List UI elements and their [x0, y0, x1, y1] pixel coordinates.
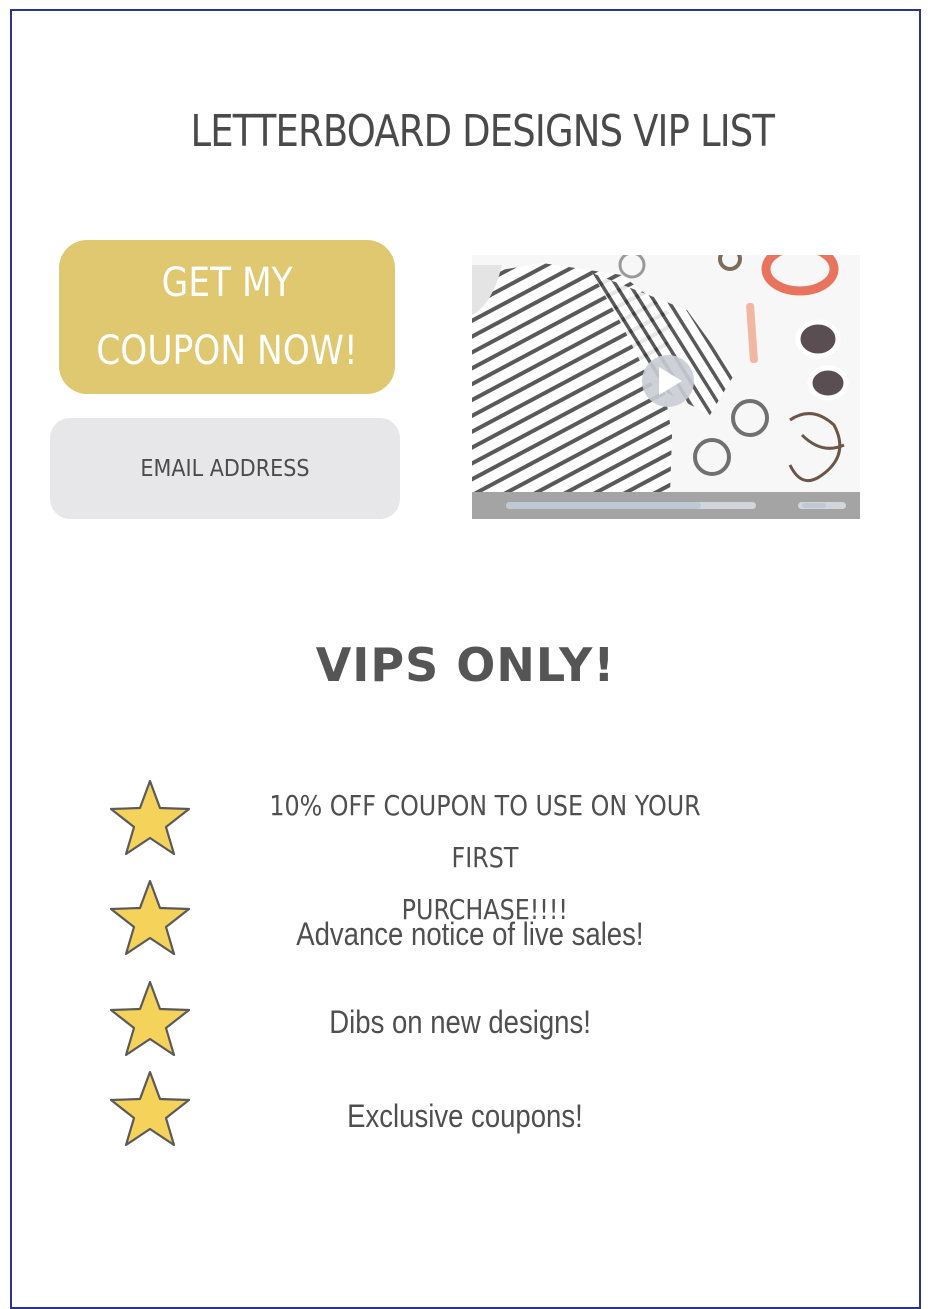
video-thumbnail [472, 255, 860, 519]
perk-item-exclusive-coupons: Exclusive coupons! [195, 1098, 735, 1135]
get-coupon-button-line2: COUPON NOW! [96, 328, 358, 374]
star-icon [109, 980, 191, 1057]
page-title: LETTERBOARD DESIGNS VIP LIST [190, 106, 775, 157]
perk-text: Advance notice of live sales! [296, 916, 644, 952]
perk-line: 10% OFF COUPON TO USE ON YOUR FIRST [269, 789, 701, 874]
star-icon [109, 779, 191, 856]
section-title: VIPS ONLY! [315, 638, 616, 692]
perk-text: Dibs on new designs! [329, 1004, 591, 1040]
star-icon [109, 1070, 191, 1147]
get-coupon-button-line1: GET MY [161, 260, 293, 306]
email-field-placeholder: EMAIL ADDRESS [140, 455, 310, 482]
get-coupon-button[interactable]: GET MY COUPON NOW! [59, 240, 395, 394]
video-progress-fill [506, 502, 701, 509]
perk-item-coupon: 10% OFF COUPON TO USE ON YOUR FIRST PURC… [195, 780, 775, 936]
perk-item-new-designs: Dibs on new designs! [190, 1004, 730, 1041]
star-icon [109, 879, 191, 956]
email-field[interactable]: EMAIL ADDRESS [50, 418, 400, 519]
video-player[interactable] [472, 255, 860, 519]
play-icon[interactable] [642, 355, 694, 407]
perk-text: Exclusive coupons! [347, 1098, 583, 1134]
perk-item-live-sales: Advance notice of live sales! [200, 916, 740, 953]
volume-level [802, 503, 826, 508]
